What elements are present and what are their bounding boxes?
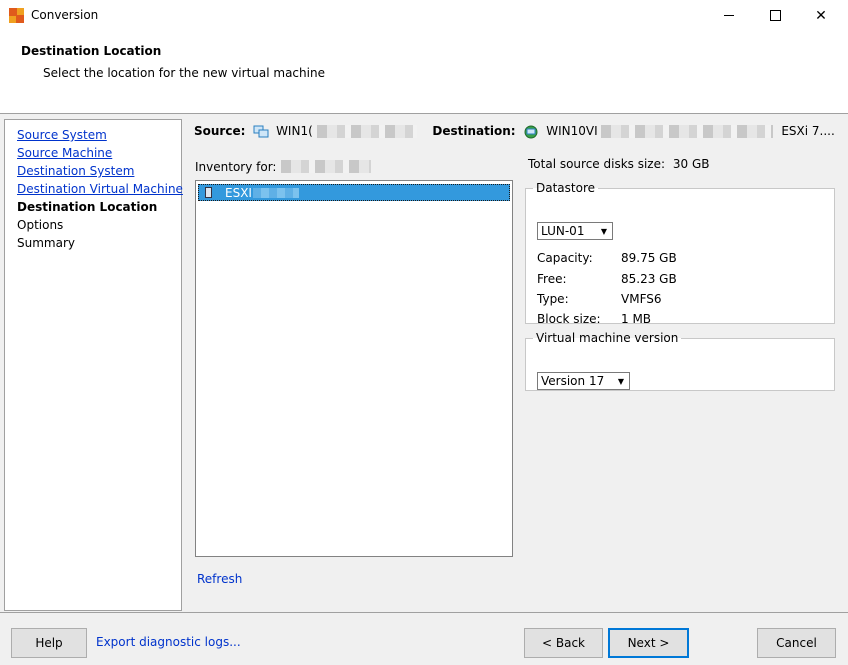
nav-item-destination-location: Destination Location [17, 200, 158, 214]
minimize-icon [724, 15, 734, 16]
datastore-legend: Datastore [536, 181, 596, 195]
chevron-down-icon: ▼ [617, 376, 625, 386]
free-label: Free: [537, 272, 567, 286]
block-size-value: 1 MB [621, 312, 652, 326]
close-icon: ✕ [815, 7, 827, 24]
chevron-down-icon: ▼ [600, 226, 608, 236]
nav-item-destination-system[interactable]: Destination System [17, 164, 134, 178]
vm-version-select[interactable]: Version 17 ▼ [537, 372, 630, 390]
free-value: 85.23 GB [621, 272, 677, 286]
wizard-header: Destination Location Select the location… [0, 31, 848, 114]
type-value: VMFS6 [621, 292, 662, 306]
nav-item-source-system[interactable]: Source System [17, 128, 107, 142]
maximize-icon [769, 10, 781, 21]
minimize-button[interactable] [706, 0, 752, 31]
nav-item-options: Options [17, 218, 64, 232]
redacted-inventory-host [281, 160, 371, 173]
redacted-host-name [253, 188, 299, 198]
total-disk-label: Total source disks size: [528, 157, 666, 171]
vmware-converter-icon [9, 8, 24, 23]
window-title: Conversion [31, 8, 99, 22]
datastore-select[interactable]: LUN-01 ▼ [537, 222, 613, 240]
datastore-selected: LUN-01 [541, 224, 585, 238]
esxi-host-icon [524, 125, 538, 138]
server-icon [205, 187, 212, 198]
block-size-label: Block size: [537, 312, 601, 326]
vm-version-group: Virtual machine version Version 17 ▼ [525, 331, 835, 391]
title-bar: Conversion ✕ [0, 0, 848, 31]
inventory-tree[interactable]: ESXI [195, 180, 513, 557]
next-button[interactable]: Next > [608, 628, 689, 658]
total-disk-size: Total source disks size: 30 GB [528, 157, 710, 171]
tree-item-esxi[interactable]: ESXI [198, 184, 510, 201]
nav-item-destination-virtual-machine[interactable]: Destination Virtual Machine [17, 182, 183, 196]
source-destination-bar: Source: WIN1( Destination: WIN10VI ESXi … [194, 124, 842, 142]
redacted-destination [601, 125, 774, 138]
help-button[interactable]: Help [11, 628, 87, 658]
datastore-group: Datastore LUN-01 ▼ Capacity: 89.75 GB Fr… [525, 181, 835, 326]
redacted-source [316, 125, 417, 138]
wizard-steps-nav: Source System Source Machine Destination… [4, 119, 183, 611]
inventory-label: Inventory for: [195, 160, 277, 174]
total-disk-value: 30 GB [672, 157, 710, 171]
page-title: Destination Location [21, 44, 162, 58]
destination-host-type: ESXi 7.... [781, 124, 835, 138]
destination-label: Destination: [432, 124, 516, 138]
vm-version-legend: Virtual machine version [536, 331, 679, 345]
close-button[interactable]: ✕ [798, 0, 844, 31]
source-label: Source: [194, 124, 246, 138]
nav-item-source-machine[interactable]: Source Machine [17, 146, 112, 160]
type-label: Type: [537, 292, 569, 306]
capacity-label: Capacity: [537, 251, 593, 265]
nav-item-summary: Summary [17, 236, 75, 250]
computer-icon [253, 125, 269, 137]
tree-item-label: ESXI [225, 186, 252, 200]
maximize-button[interactable] [752, 0, 798, 31]
cancel-button[interactable]: Cancel [757, 628, 836, 658]
page-subtitle: Select the location for the new virtual … [43, 66, 325, 80]
footer-divider [0, 612, 848, 613]
destination-machine-name: WIN10VI [546, 124, 598, 138]
source-machine-name: WIN1( [276, 124, 313, 138]
capacity-value: 89.75 GB [621, 251, 677, 265]
vm-version-selected: Version 17 [541, 374, 605, 388]
export-diagnostic-logs-link[interactable]: Export diagnostic logs... [96, 635, 241, 649]
back-button[interactable]: < Back [524, 628, 603, 658]
refresh-link[interactable]: Refresh [197, 572, 242, 586]
